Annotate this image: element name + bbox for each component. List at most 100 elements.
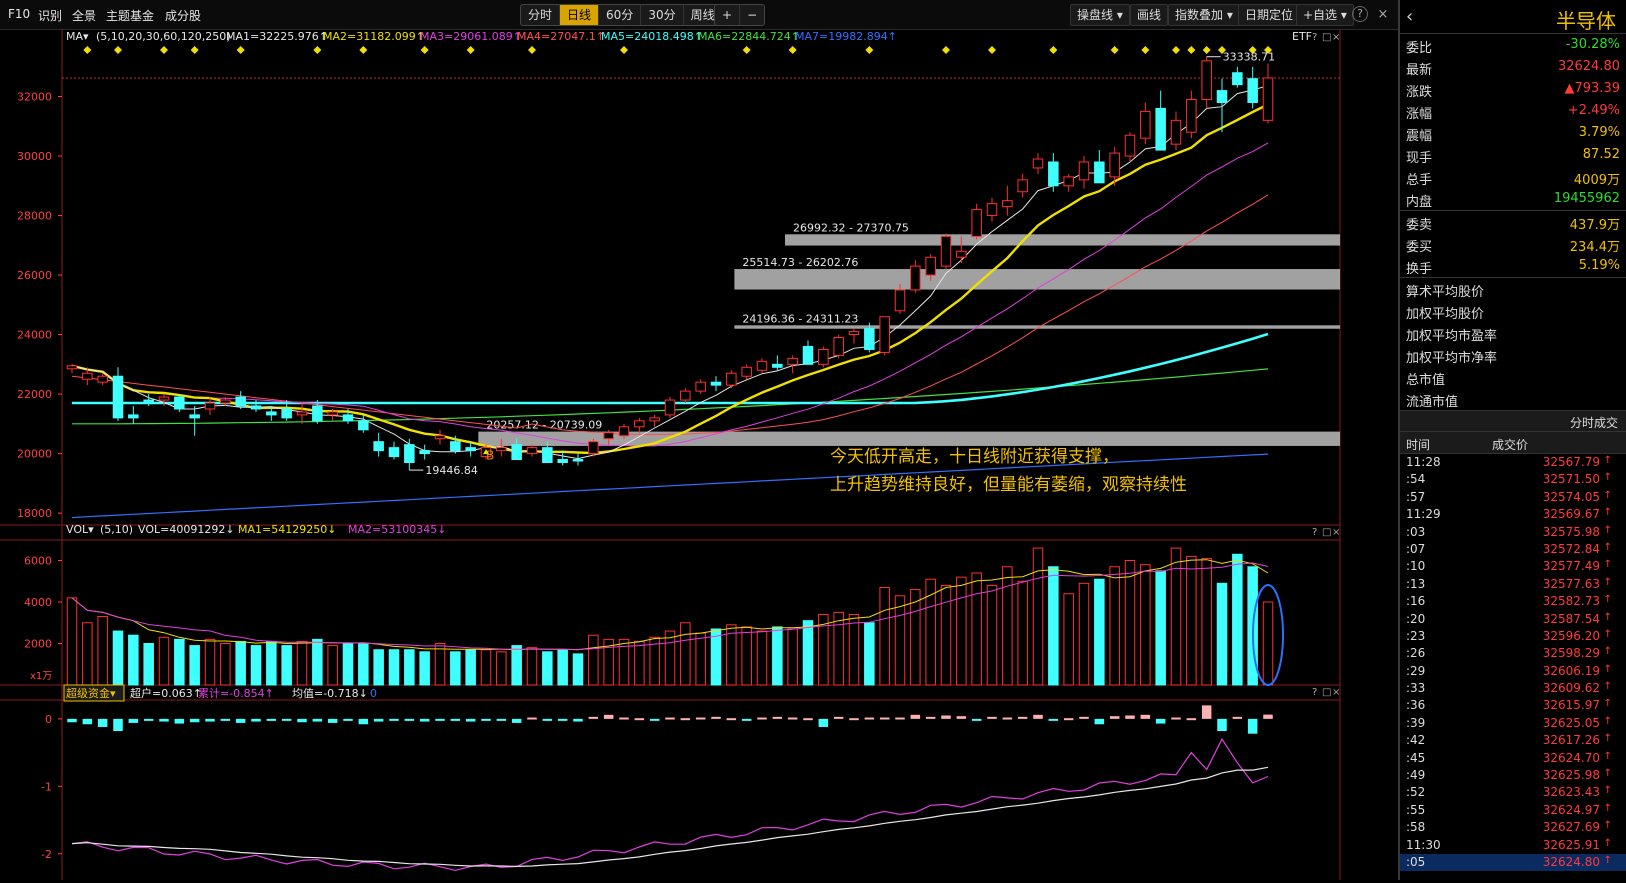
fund-bar[interactable] [235,718,246,723]
f10-link[interactable]: F10 [8,7,30,21]
panel-line-button[interactable]: 操盘线 ▾ [1070,4,1130,26]
fund-bar[interactable] [1232,716,1243,719]
candle-body[interactable] [128,414,139,419]
candle-body[interactable] [1094,161,1105,184]
candle-body[interactable] [358,420,369,431]
fund-bar[interactable] [910,714,921,719]
fund-bar[interactable] [113,718,123,732]
close-icon[interactable]: × [1374,6,1392,24]
fund-bar[interactable] [419,718,430,722]
volume-bar[interactable] [956,576,967,686]
volume-bar[interactable] [143,643,154,686]
volume-bar[interactable] [112,630,124,686]
candle-body[interactable] [1124,134,1136,157]
volume-bar[interactable] [296,640,308,686]
volume-bar[interactable] [572,653,584,686]
candle-body[interactable] [603,432,614,440]
volume-bar[interactable] [465,649,476,686]
fund-bar[interactable] [695,717,706,720]
fund-bar[interactable] [511,718,522,723]
candle-body[interactable] [879,316,890,353]
candle-body[interactable] [250,405,262,410]
candle-body[interactable] [174,396,185,410]
volume-bar[interactable] [1048,566,1059,686]
fund-bar[interactable] [1048,718,1059,721]
fund-bar[interactable] [312,718,323,722]
candle-body[interactable] [1017,179,1028,193]
candle-body[interactable] [373,441,384,452]
volume-bar[interactable] [894,595,906,686]
fund-bar[interactable] [1079,716,1089,719]
period-tab-0[interactable]: 分时 [521,5,561,25]
volume-bar[interactable] [419,651,430,686]
fund-bar[interactable] [143,718,154,721]
fund-bar[interactable] [389,718,399,721]
volume-bar[interactable] [1262,601,1274,686]
fund-bar[interactable] [787,717,798,720]
fund-bar[interactable] [67,718,77,723]
fund-bar[interactable] [266,718,277,721]
volume-bar[interactable] [358,643,369,686]
fund-bar[interactable] [527,717,537,720]
volume-bar[interactable] [542,651,553,686]
volume-bar[interactable] [1201,557,1212,686]
candle-body[interactable] [680,390,691,401]
volume-bar[interactable] [833,611,844,686]
fund-bar[interactable] [1186,718,1197,721]
period-tab-1[interactable]: 日线 [560,5,600,25]
fund-bar[interactable] [665,717,675,720]
candle-body[interactable] [741,366,752,377]
date-locate-button[interactable]: 日期定位 [1238,4,1301,26]
period-tab-3[interactable]: 30分 [641,5,684,25]
candle-body[interactable] [450,441,461,452]
volume-bar[interactable] [97,616,108,686]
volume-bar[interactable] [511,645,522,686]
candle-body[interactable] [1170,119,1182,145]
candle-body[interactable] [66,365,78,370]
volume-bar[interactable] [1186,555,1197,686]
candle-body[interactable] [848,331,860,336]
fund-bar[interactable] [1155,718,1166,724]
fund-bar[interactable] [1125,715,1135,719]
candle-body[interactable] [496,447,507,452]
draw-line-button[interactable]: 画线 [1130,4,1169,26]
volume-bar[interactable] [802,620,814,686]
fund-bar[interactable] [1033,714,1043,719]
volume-bar[interactable] [879,586,890,686]
candle-body[interactable] [664,399,676,416]
fund-bar[interactable] [1140,714,1151,719]
fund-bar[interactable] [849,718,859,721]
fund-bar[interactable] [680,718,691,721]
candle-body[interactable] [1078,161,1090,181]
fund-bar[interactable] [496,718,507,721]
candle-body[interactable] [710,381,722,386]
fund-bar[interactable] [711,716,721,719]
fund-bar[interactable] [971,718,982,721]
candle-body[interactable] [940,235,952,267]
candle-body[interactable] [588,441,599,455]
volume-bar[interactable] [327,645,338,686]
candle-body[interactable] [787,357,798,365]
candle-body[interactable] [266,411,277,416]
fund-bar[interactable] [159,718,169,722]
candle-body[interactable] [618,426,630,437]
fund-bar[interactable] [573,718,583,722]
volume-bar[interactable] [741,626,752,686]
volume-bar[interactable] [680,622,691,686]
volume-bar[interactable] [1155,570,1166,686]
candle-body[interactable] [404,444,415,464]
candle-body[interactable] [143,399,154,404]
candle-body[interactable] [1247,78,1258,103]
volume-bar[interactable] [772,626,783,686]
candle-body[interactable] [327,411,338,416]
volume-bar[interactable] [910,589,921,686]
fund-bar[interactable] [741,718,752,721]
chevron-left-icon[interactable]: ‹ [1406,6,1413,27]
volume-bar[interactable] [373,649,384,686]
volume-bar[interactable] [1094,578,1105,686]
volume-bar[interactable] [588,634,599,686]
fund-bar[interactable] [1017,716,1028,719]
candle-body[interactable] [312,405,323,422]
fund-bar[interactable] [726,718,737,721]
volume-bar[interactable] [235,640,246,686]
